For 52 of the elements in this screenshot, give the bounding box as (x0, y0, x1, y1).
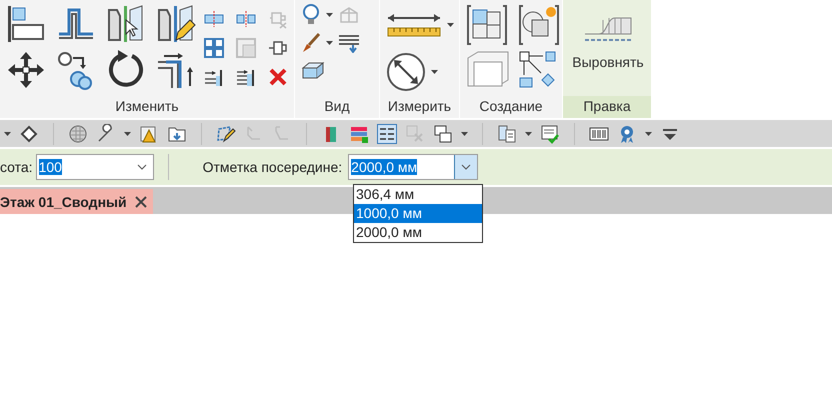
caret-icon[interactable] (326, 13, 333, 17)
panel-label: Измерить (386, 97, 452, 116)
caret-icon[interactable] (431, 70, 438, 74)
panel-label: Создание (478, 97, 544, 116)
delete-icon[interactable] (268, 67, 288, 87)
panel-label: Изменить (114, 97, 180, 116)
chevron-down-icon[interactable] (136, 164, 147, 170)
split-with-pencil-icon[interactable] (156, 4, 196, 44)
caret-icon[interactable] (525, 132, 532, 136)
linework-icon[interactable] (338, 33, 360, 53)
dropdown-option[interactable]: 1000,0 мм (354, 204, 482, 223)
trim-multiple-icon[interactable] (236, 67, 256, 87)
tab-label: Этаж 01_Сводный (0, 194, 127, 210)
checklist-icon[interactable] (540, 124, 560, 144)
dropdown-option[interactable]: 306,4 мм (354, 185, 482, 204)
elevation-combobox[interactable]: 2000,0 мм (348, 154, 478, 180)
lightbulb-icon[interactable] (301, 4, 321, 26)
array-icon[interactable] (204, 38, 224, 58)
flow-diagram-icon[interactable] (518, 50, 558, 90)
sphere-icon[interactable] (68, 124, 88, 144)
dropdown-option[interactable]: 2000,0 мм (354, 223, 482, 242)
caret-icon[interactable] (326, 41, 333, 45)
caret-icon[interactable] (645, 132, 652, 136)
sketch-pencil-icon[interactable] (216, 124, 236, 144)
height-label: сота: (0, 159, 33, 175)
height-combobox[interactable]: 100 (36, 154, 154, 180)
caret-icon[interactable] (461, 132, 468, 136)
align-icon[interactable] (6, 4, 46, 44)
view-tab[interactable]: Этаж 01_Сводный (0, 189, 153, 214)
chevron-down-icon[interactable] (461, 164, 472, 170)
group-icon[interactable] (466, 4, 508, 46)
align-button[interactable]: Выровнять (570, 52, 646, 72)
move-icon[interactable] (6, 50, 46, 90)
close-icon[interactable] (134, 196, 147, 208)
paintbrush-icon[interactable] (301, 32, 321, 54)
box-icon[interactable] (301, 60, 325, 80)
panel-label: Вид (323, 97, 351, 116)
split-gap-icon[interactable] (236, 9, 256, 29)
split-element-icon[interactable] (204, 9, 224, 29)
caret-icon[interactable] (124, 132, 131, 136)
elevation-label: Отметка посередине: (202, 159, 342, 175)
caret-icon[interactable] (4, 132, 11, 136)
trim-single-icon[interactable] (204, 67, 224, 87)
windows-icon[interactable] (433, 124, 453, 144)
diamond-point-icon[interactable] (19, 124, 39, 144)
radial-measure-icon[interactable] (386, 52, 426, 92)
caret-icon[interactable] (447, 23, 454, 27)
list-icon[interactable] (377, 124, 397, 144)
trim-icon[interactable] (156, 50, 196, 90)
table-icon[interactable] (497, 124, 517, 144)
panel-label: Правка (563, 96, 651, 118)
create-similar-icon[interactable] (518, 4, 560, 46)
